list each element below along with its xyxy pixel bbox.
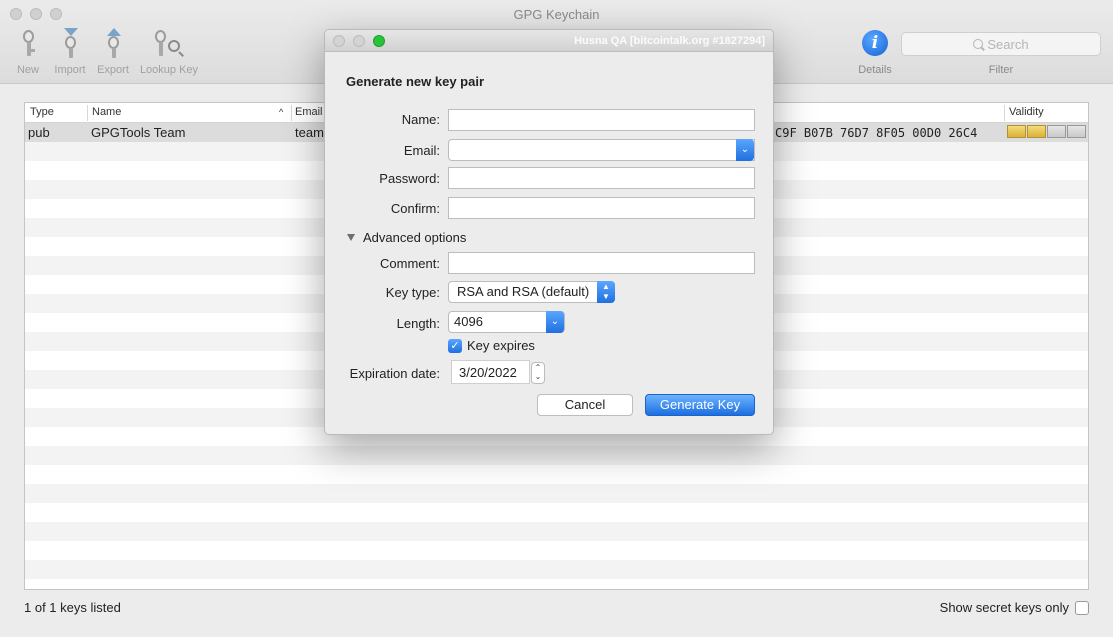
generate-key-button[interactable]: Generate Key [645, 394, 755, 416]
disclosure-triangle-icon [347, 234, 355, 241]
key-expires-toggle[interactable]: ✓ Key expires [448, 338, 535, 353]
date-stepper[interactable]: ⌃ ⌄ [531, 362, 545, 384]
search-placeholder: Search [987, 36, 1029, 52]
dialog-heading: Generate new key pair [346, 74, 485, 89]
column-header-validity[interactable]: Validity [1009, 106, 1044, 118]
secret-keys-toggle[interactable]: Show secret keys only [940, 600, 1089, 615]
keytype-popup[interactable]: RSA and RSA (default) ▲ ▼ [448, 281, 615, 303]
expiration-date-field[interactable]: 3/20/2022 [451, 360, 530, 384]
length-value: 4096 [454, 314, 483, 329]
search-input[interactable]: Search [901, 32, 1101, 56]
export-key-icon [99, 28, 127, 60]
info-icon: i [862, 30, 888, 56]
password-field[interactable] [448, 167, 755, 189]
confirm-label: Confirm: [390, 201, 440, 216]
new-key-button[interactable]: New [14, 28, 42, 76]
key-icon [14, 28, 42, 60]
search-icon [973, 39, 984, 49]
comment-field[interactable] [448, 252, 755, 274]
generate-key-dialog: Husna QA [bitcointalk.org #1827294] Gene… [324, 29, 774, 435]
key-expires-label: Key expires [467, 338, 535, 353]
import-label: Import [54, 64, 86, 76]
keytype-value: RSA and RSA (default) [457, 284, 590, 299]
dialog-zoom-button[interactable] [373, 35, 385, 47]
import-button[interactable]: Import [50, 28, 90, 76]
dialog-minimize-button[interactable] [353, 35, 365, 47]
row-type: pub [28, 125, 50, 140]
window-title: GPG Keychain [513, 7, 600, 22]
name-label: Name: [401, 112, 440, 127]
column-header-email[interactable]: Email [295, 106, 323, 118]
checkmark-icon[interactable]: ✓ [448, 338, 462, 353]
export-label: Export [97, 64, 129, 76]
row-fingerprint: C9F B07B 76D7 8F05 00D0 26C4 [775, 126, 978, 140]
export-button[interactable]: Export [94, 28, 132, 76]
email-combobox[interactable]: ⌄ [448, 139, 755, 161]
advanced-options-label: Advanced options [363, 230, 467, 245]
secret-keys-checkbox[interactable] [1075, 600, 1089, 615]
cancel-button[interactable]: Cancel [537, 394, 633, 416]
secret-keys-label: Show secret keys only [939, 600, 1069, 615]
import-key-icon [56, 28, 84, 60]
expiration-label: Expiration date: [349, 366, 440, 381]
row-email: team [295, 125, 324, 140]
details-label: Details [858, 64, 892, 76]
search-area: Search Filter [901, 32, 1101, 76]
sort-ascending-icon: ^ [279, 107, 284, 117]
filter-label: Filter [988, 64, 1014, 76]
name-field[interactable] [448, 109, 755, 131]
lookup-label: Lookup Key [139, 64, 199, 76]
password-label: Password: [379, 171, 440, 186]
chevron-down-icon[interactable]: ⌄ [546, 311, 564, 333]
details-button[interactable]: i Details [848, 30, 902, 76]
keys-count-status: 1 of 1 keys listed [24, 600, 121, 615]
dialog-window-controls [333, 35, 385, 47]
length-combobox[interactable]: 4096 ⌄ [448, 311, 565, 333]
dialog-close-button[interactable] [333, 35, 345, 47]
lookup-key-icon [151, 28, 187, 60]
length-label: Length: [396, 316, 440, 331]
confirm-field[interactable] [448, 197, 755, 219]
row-name: GPGTools Team [91, 125, 186, 140]
keytype-label: Key type: [385, 285, 440, 300]
watermark: Husna QA [bitcointalk.org #1827294] [574, 35, 765, 47]
lookup-key-button[interactable]: Lookup Key [138, 28, 200, 76]
advanced-options-disclosure[interactable]: Advanced options [347, 230, 466, 245]
chevron-down-icon[interactable]: ⌄ [736, 139, 754, 161]
column-header-name[interactable]: Name [92, 106, 121, 118]
new-label: New [16, 64, 39, 76]
dialog-titlebar: Husna QA [bitcointalk.org #1827294] [325, 30, 773, 52]
validity-meter [1007, 125, 1086, 138]
email-label: Email: [403, 143, 440, 158]
comment-label: Comment: [380, 256, 440, 271]
updown-chevron-icon: ▲ ▼ [597, 281, 615, 303]
column-header-type[interactable]: Type [30, 106, 54, 118]
